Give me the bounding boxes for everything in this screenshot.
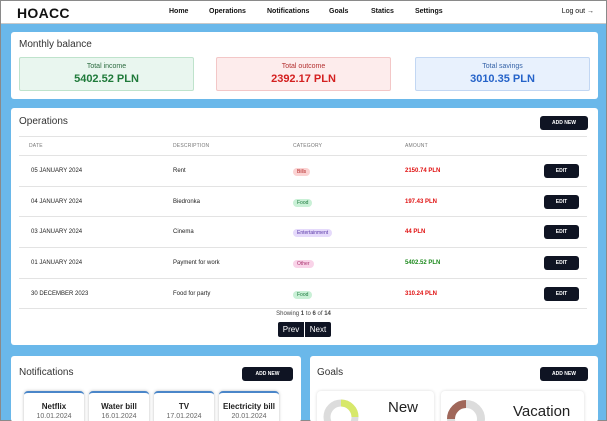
notification-name: Electricity bill xyxy=(222,402,276,411)
row-amount: 2150.74 PLN xyxy=(405,168,441,174)
edit-button[interactable]: EDIT xyxy=(544,287,579,301)
row-divider xyxy=(19,216,587,217)
notification-date: 10.01.2024 xyxy=(36,413,72,420)
row-date: 03 JANUARY 2024 xyxy=(31,229,83,235)
notification-date: 20.01.2024 xyxy=(231,413,267,420)
notification-item[interactable]: Electricity bill 20.01.2024 xyxy=(219,391,279,421)
row-date: 01 JANUARY 2024 xyxy=(31,260,83,266)
row-divider xyxy=(19,308,587,309)
logout-link[interactable]: Log out → xyxy=(562,8,594,15)
notification-name: Netflix xyxy=(41,402,67,411)
row-description: Biedronka xyxy=(173,199,201,205)
total-savings-value: 3010.35 PLN xyxy=(470,73,535,85)
add-notification-button[interactable]: ADD NEW xyxy=(242,367,293,381)
notification-date: 17.01.2024 xyxy=(166,413,202,420)
goal-name: Vacation xyxy=(513,403,571,420)
row-amount: 5402.52 PLN xyxy=(405,260,441,266)
operations-title: Operations xyxy=(19,116,68,127)
row-description: Rent xyxy=(173,168,186,174)
edit-button[interactable]: EDIT xyxy=(544,164,579,178)
nav-statics[interactable]: Statics xyxy=(371,8,394,15)
notification-item[interactable]: Netflix 10.01.2024 xyxy=(24,391,84,421)
row-amount: 44 PLN xyxy=(405,229,426,235)
row-date: 04 JANUARY 2024 xyxy=(31,199,83,205)
edit-button[interactable]: EDIT xyxy=(544,225,579,239)
donut-chart-icon xyxy=(447,400,485,421)
row-divider xyxy=(19,186,587,187)
column-header-date: DATE xyxy=(29,143,43,149)
notification-name: TV xyxy=(178,402,190,411)
column-header-category: CATEGORY xyxy=(293,143,323,149)
nav-operations[interactable]: Operations xyxy=(209,8,246,15)
goal-name: New xyxy=(388,399,419,416)
notification-name: Water bill xyxy=(101,402,137,411)
add-goal-button[interactable]: ADD NEW xyxy=(540,367,588,381)
total-savings-label: Total savings xyxy=(482,63,523,70)
row-date: 05 JANUARY 2024 xyxy=(31,168,83,174)
donut-chart-icon xyxy=(323,399,359,421)
category-badge: Food xyxy=(293,199,313,207)
column-header-amount: AMOUNT xyxy=(405,143,428,149)
row-divider xyxy=(19,278,587,279)
edit-button[interactable]: EDIT xyxy=(544,195,579,209)
category-badge: Bills xyxy=(293,168,311,176)
row-date: 30 DECEMBER 2023 xyxy=(31,291,89,297)
total-income-value: 5402.52 PLN xyxy=(74,73,139,85)
top-navbar: HOACC Home Operations Notifications Goal… xyxy=(1,1,606,24)
total-outcome-value: 2392.17 PLN xyxy=(271,73,336,85)
total-outcome-box: Total outcome 2392.17 PLN xyxy=(216,57,391,91)
category-badge: Entertainment xyxy=(293,229,333,237)
nav-settings[interactable]: Settings xyxy=(415,8,443,15)
prev-page-button[interactable]: Prev xyxy=(278,322,304,337)
total-savings-box: Total savings 3010.35 PLN xyxy=(415,57,590,91)
table-header-bottom-line xyxy=(19,155,587,156)
category-badge: Food xyxy=(293,291,313,299)
notification-item[interactable]: Water bill 16.01.2024 xyxy=(89,391,149,421)
total-income-box: Total income 5402.52 PLN xyxy=(19,57,194,91)
row-description: Payment for work xyxy=(173,260,220,266)
total-outcome-label: Total outcome xyxy=(281,63,326,70)
edit-button[interactable]: EDIT xyxy=(544,256,579,270)
nav-notifications[interactable]: Notifications xyxy=(267,8,309,15)
nav-home[interactable]: Home xyxy=(169,8,188,15)
brand-logo[interactable]: HOACC xyxy=(17,5,70,21)
notification-item[interactable]: TV 17.01.2024 xyxy=(154,391,214,421)
column-header-description: DESCRIPTION xyxy=(173,143,210,149)
nav-goals[interactable]: Goals xyxy=(329,8,348,15)
category-badge: Other xyxy=(293,260,314,268)
total-income-label: Total income xyxy=(86,63,127,70)
goal-item[interactable]: Vacation xyxy=(441,391,584,421)
notifications-title: Notifications xyxy=(19,367,74,378)
goals-title: Goals xyxy=(317,367,344,378)
notification-date: 16.01.2024 xyxy=(101,413,137,420)
monthly-balance-title: Monthly balance xyxy=(19,39,92,50)
row-description: Cinema xyxy=(173,229,194,235)
row-description: Food for party xyxy=(173,291,211,297)
goal-item[interactable]: New xyxy=(317,391,434,421)
row-divider xyxy=(19,247,587,248)
pagination-status: Showing 1 to 6 of 14 xyxy=(276,311,331,317)
row-amount: 197.43 PLN xyxy=(405,199,438,205)
next-page-button[interactable]: Next xyxy=(305,322,331,337)
table-header-top-line xyxy=(19,136,587,137)
row-amount: 310.24 PLN xyxy=(405,291,438,297)
add-operation-button[interactable]: ADD NEW xyxy=(540,116,588,130)
